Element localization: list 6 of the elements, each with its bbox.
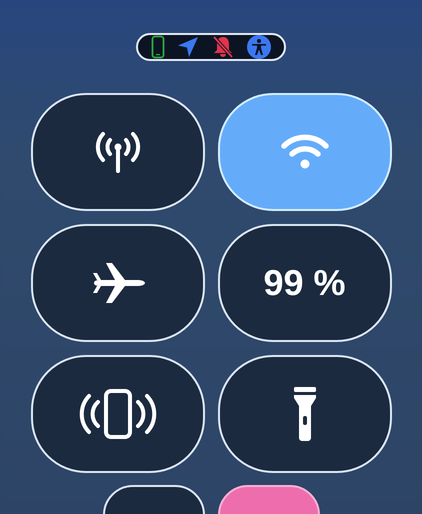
wifi-icon <box>280 133 330 171</box>
battery-percent-tile[interactable]: 99 % <box>218 224 392 342</box>
flashlight-icon <box>292 386 318 442</box>
location-arrow-icon <box>177 36 199 58</box>
phone-icon <box>151 35 165 59</box>
vibrating-phone-icon <box>78 388 158 440</box>
